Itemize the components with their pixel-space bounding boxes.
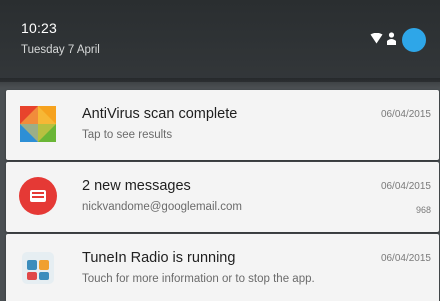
person-icon[interactable]: [387, 32, 396, 45]
notification-date: 06/04/2015: [380, 109, 431, 120]
notification-date: 06/04/2015: [380, 253, 431, 264]
notification-title: 2 new messages: [82, 178, 191, 194]
tunein-radio-icon: [22, 252, 54, 284]
notification-card-tunein[interactable]: TuneIn Radio is running Touch for more i…: [6, 234, 439, 301]
status-date[interactable]: Tuesday 7 April: [21, 44, 100, 56]
notification-card-email[interactable]: 2 new messages nickvandome@googlemail.co…: [6, 162, 439, 232]
notification-card-antivirus[interactable]: AntiVirus scan complete Tap to see resul…: [6, 90, 439, 160]
notification-subtitle: Touch for more information or to stop th…: [82, 273, 315, 285]
wifi-icon: [370, 33, 383, 44]
avatar[interactable]: [402, 28, 426, 52]
notification-subtitle: nickvandome@googlemail.com: [82, 201, 242, 213]
notification-subtitle: Tap to see results: [82, 129, 173, 141]
notification-date: 06/04/2015: [380, 181, 431, 192]
status-time: 10:23: [21, 20, 58, 36]
header-shadow: [0, 78, 440, 88]
notification-title: AntiVirus scan complete: [82, 106, 238, 122]
avast-antivirus-icon: [18, 104, 58, 144]
notification-title: TuneIn Radio is running: [82, 250, 236, 266]
notification-count: 968: [415, 205, 431, 215]
email-icon: [19, 177, 57, 215]
notification-shade-header: 10:23 Tuesday 7 April: [0, 0, 440, 82]
